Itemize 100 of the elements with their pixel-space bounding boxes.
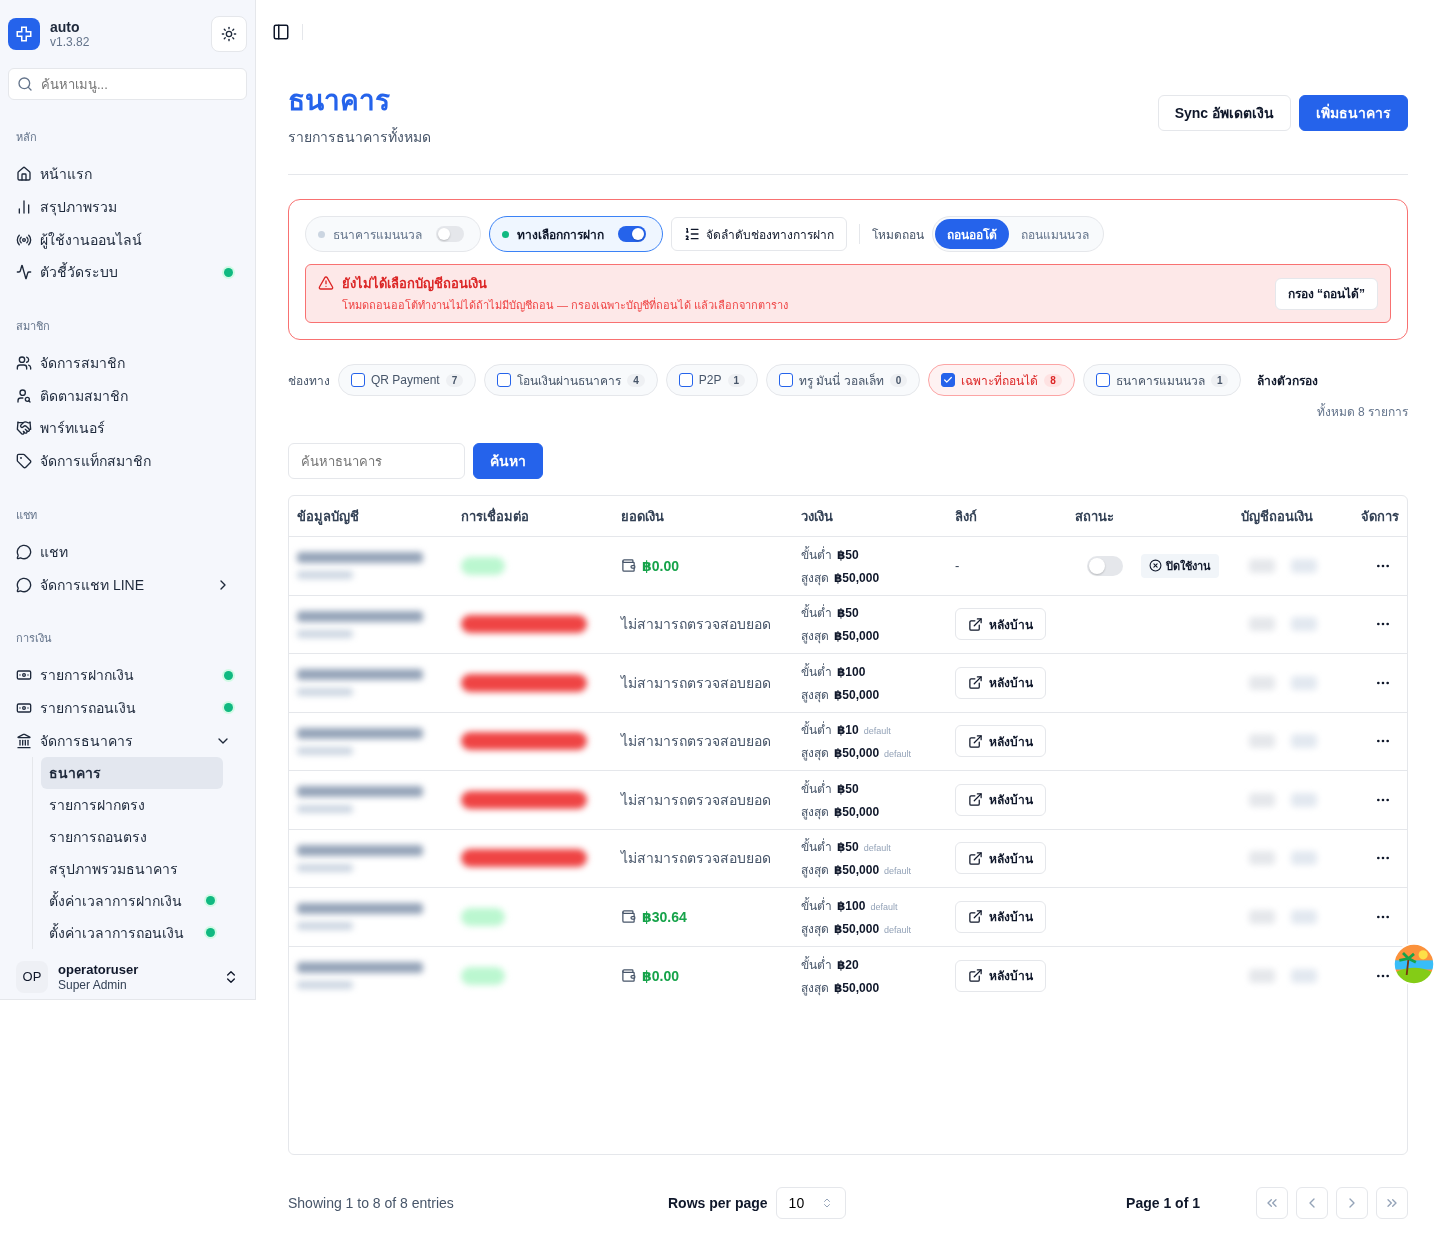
max-value: ฿50,000 — [834, 687, 880, 702]
menu-search-field[interactable]: ค้นหาเมนู... — [8, 68, 247, 100]
mode-label: โหมดถอน — [872, 226, 924, 244]
menu-item[interactable]: ตัวชี้วัดระบบ — [8, 256, 247, 289]
submenu-item[interactable]: ธนาคาร — [41, 756, 223, 789]
filter-chip[interactable]: โอนเงินผ่านธนาคาร 4 — [484, 364, 658, 396]
column-header: ยอดเงิน — [613, 496, 793, 537]
bar-chart-icon — [16, 199, 32, 216]
menu-item[interactable]: หน้าแรก — [8, 158, 247, 191]
filter-chip[interactable]: เฉพาะที่ถอนได้ 8 — [928, 364, 1075, 396]
filter-chip[interactable]: ทรู มันนี่ วอลเล็ท 0 — [766, 364, 921, 396]
blurred-text — [297, 571, 353, 580]
blurred-text — [297, 922, 353, 931]
external-link-icon — [968, 733, 983, 749]
chat-icon — [16, 576, 32, 593]
backoffice-link-button[interactable]: หลังบ้าน — [955, 783, 1046, 816]
menu-item[interactable]: ผู้ใช้งานออนไลน์ — [8, 223, 247, 257]
min-label: ขั้นต่ำ — [801, 603, 832, 623]
sync-button[interactable]: Sync อัพเดตเงิน — [1157, 95, 1291, 131]
min-value: ฿100 — [837, 898, 866, 913]
balance-error: ไม่สามารถตรวจสอบยอด — [621, 790, 771, 810]
menu-item[interactable]: จัดการธนาคาร — [8, 724, 247, 757]
external-link-icon — [968, 792, 983, 808]
section-title: แชท — [15, 507, 38, 523]
min-label: ขั้นต่ำ — [801, 779, 832, 798]
max-label: สูงสุด — [801, 745, 829, 763]
backoffice-link-button[interactable]: หลังบ้าน — [955, 725, 1046, 758]
column-header: วงเงิน — [793, 496, 947, 537]
max-label: สูงสุด — [801, 803, 829, 821]
status-switch[interactable] — [1087, 555, 1123, 576]
submenu-item[interactable]: ตั้งค่าเวลาการฝากเงิน — [41, 884, 223, 917]
column-header: สถานะ — [1067, 496, 1233, 537]
blurred-badge — [1291, 734, 1317, 749]
wallet-icon — [621, 909, 636, 925]
alert-message: โหมดถอนออโต้ทำงานไม่ได้ถ้าไม่มีบัญชีถอน — กรองเฉพาะบัญชีที่ถอนได้ แล้วเลือกจากตาราง — [342, 296, 790, 314]
submenu-item[interactable]: สรุปภาพรวมธนาคาร — [41, 852, 223, 885]
menu-item[interactable]: สรุปภาพรวม — [8, 190, 247, 224]
min-label: ขั้นต่ำ — [801, 545, 832, 564]
column-header: ข้อมูลบัญชี — [289, 496, 453, 537]
menu-item[interactable]: ติดตามสมาชิก — [8, 379, 247, 413]
alert-title: ยังไม่ได้เลือกบัญชีถอนเงิน — [342, 275, 488, 294]
submenu-item[interactable]: รายการถอนตรง — [41, 820, 223, 853]
min-label: ขั้นต่ำ — [801, 955, 832, 974]
backoffice-link-button[interactable]: หลังบ้าน — [955, 959, 1046, 992]
filter-withdrawable-button[interactable]: กรอง “ถอนได้” — [1274, 277, 1378, 310]
handshake-icon — [16, 420, 32, 437]
rows-per-page-select[interactable]: 10 — [775, 1187, 846, 1219]
menu-item[interactable]: จัดการแท็กสมาชิก — [8, 444, 247, 478]
external-link-icon — [968, 968, 983, 984]
bank-search-field[interactable]: ค้นหาธนาคาร — [288, 443, 465, 479]
backoffice-link-button[interactable]: หลังบ้าน — [955, 666, 1046, 699]
mode-option[interactable]: ถอนออโต้ — [935, 219, 1009, 249]
external-link-icon — [968, 909, 983, 925]
balance-amount: ฿30.64 — [642, 908, 687, 925]
toggle-chip[interactable]: ทางเลือกการฝาก — [489, 216, 663, 252]
blurred-badge — [1249, 968, 1275, 983]
blurred-badge — [1249, 617, 1275, 632]
max-value: ฿50,000 — [834, 629, 880, 644]
activity-icon — [16, 264, 32, 281]
min-value: ฿50 — [837, 781, 859, 796]
backoffice-link-button[interactable]: หลังบ้าน — [955, 842, 1046, 875]
order-button[interactable]: จัดลำดับช่องทางการฝาก — [671, 217, 847, 251]
add-bank-button[interactable]: เพิ่มธนาคาร — [1299, 95, 1408, 131]
user-menu[interactable]: OP operatoruser Super Admin — [8, 954, 247, 999]
default-label: default — [863, 843, 891, 854]
backoffice-link-button[interactable]: หลังบ้าน — [955, 900, 1046, 933]
menu-item[interactable]: จัดการสมาชิก — [8, 346, 247, 380]
sidebar-toggle-icon[interactable] — [272, 23, 290, 41]
menu-item[interactable]: จัดการแชท LINE — [8, 568, 247, 601]
blurred-badge — [1291, 909, 1317, 924]
filter-chip[interactable]: ธนาคารแมนนวล 1 — [1082, 364, 1242, 396]
warning-icon — [318, 275, 334, 291]
page-indicator: Page 1 of 1 — [1126, 1195, 1200, 1211]
filter-chip[interactable]: QR Payment 7 — [338, 364, 477, 396]
search-button[interactable]: ค้นหา — [473, 443, 543, 479]
submenu-item[interactable]: รายการฝากตรง — [41, 788, 223, 821]
menu-item[interactable]: พาร์ทเนอร์ — [8, 412, 247, 445]
max-label: สูงสุด — [801, 979, 829, 997]
wallet-icon — [621, 968, 636, 984]
backoffice-link-button[interactable]: หลังบ้าน — [955, 608, 1046, 641]
external-link-icon — [968, 675, 983, 691]
min-label: ขั้นต่ำ — [801, 896, 832, 915]
column-header: ลิงก์ — [947, 496, 1067, 537]
blurred-text — [297, 981, 353, 990]
menu-item[interactable]: รายการฝากเงิน — [8, 658, 247, 692]
users-icon — [16, 355, 32, 372]
menu-item[interactable]: รายการถอนเงิน — [8, 691, 247, 725]
menu-item[interactable]: แชท — [8, 535, 247, 569]
toggle-chip[interactable]: ธนาคารแมนนวล — [305, 216, 481, 252]
filter-chip[interactable]: P2P 1 — [665, 364, 759, 396]
submenu-item[interactable]: ตั้งค่าเวลาการถอนเงิน — [41, 916, 223, 949]
clear-filters-button[interactable]: ล้างตัวกรอง — [1249, 370, 1327, 390]
default-label: default — [884, 866, 912, 877]
blurred-badge — [1249, 851, 1275, 866]
mode-option[interactable]: ถอนแมนนวล — [1009, 219, 1101, 249]
circle-x-icon — [1149, 559, 1162, 573]
ordered-list-icon — [684, 226, 700, 242]
theme-toggle-button[interactable] — [211, 16, 247, 52]
blurred-badge — [1291, 968, 1317, 983]
column-header: บัญชีถอนเงิน — [1233, 496, 1343, 537]
